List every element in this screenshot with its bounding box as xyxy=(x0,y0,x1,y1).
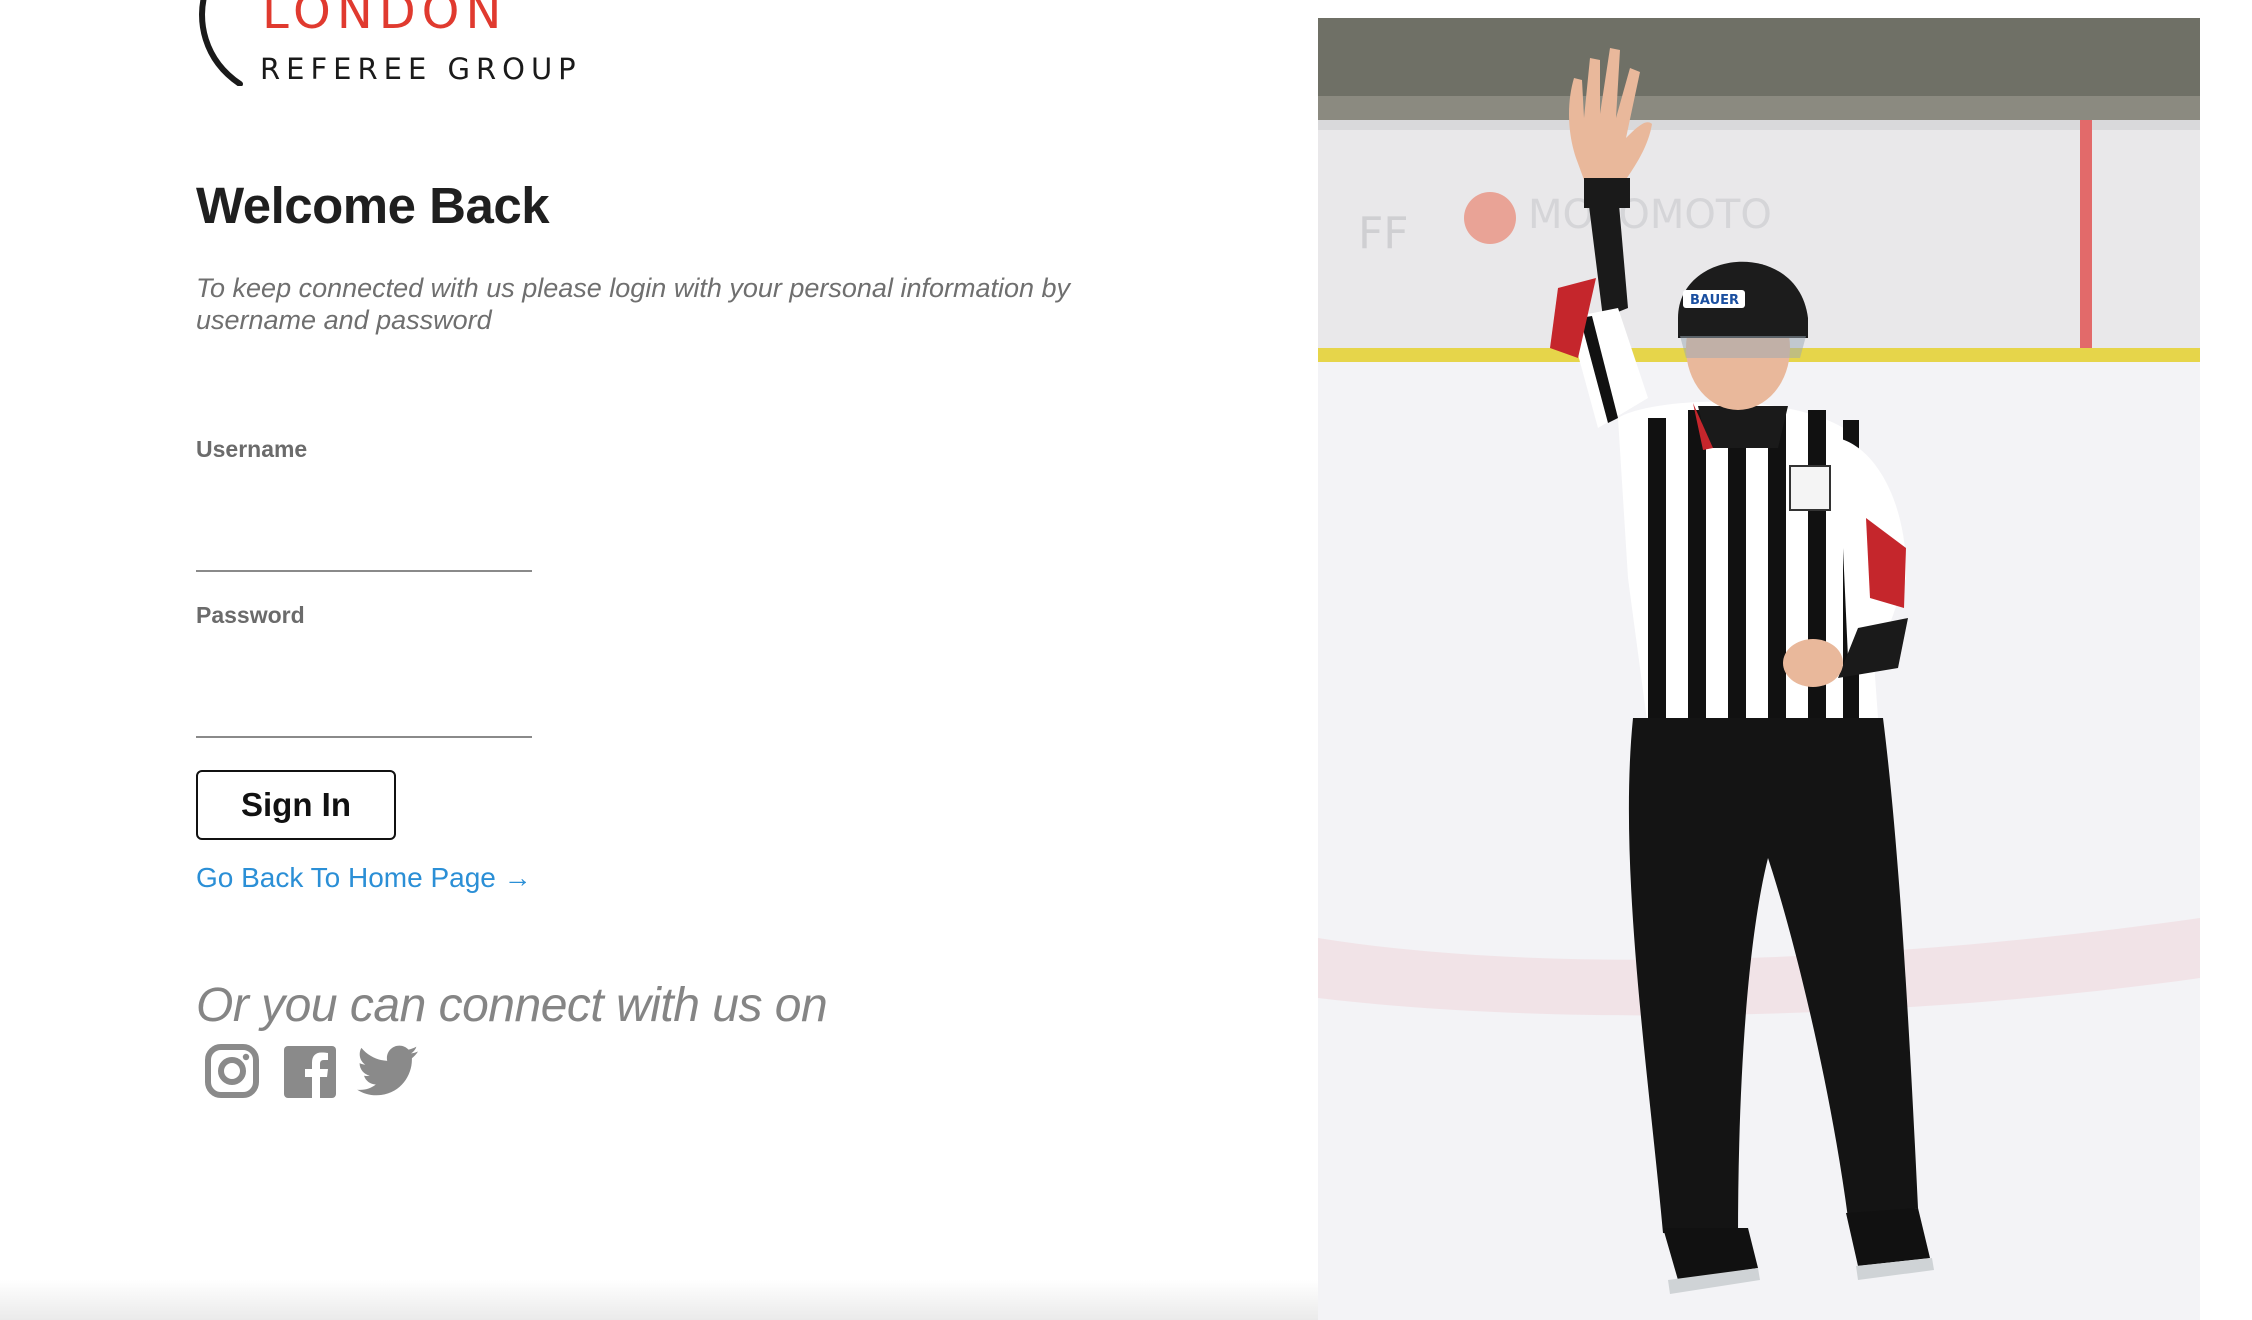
page-title: Welcome Back xyxy=(196,177,550,234)
social-heading: Or you can connect with us on xyxy=(196,979,828,1032)
svg-text:MOTOMOTO: MOTOMOTO xyxy=(1528,192,1772,238)
password-input[interactable] xyxy=(196,688,532,738)
username-input[interactable] xyxy=(196,522,532,572)
bottom-shadow xyxy=(0,1280,1318,1320)
page-subtitle: To keep connected with us please login w… xyxy=(196,273,1071,335)
referee-photo: FF MOTOMOTO BAUER xyxy=(1318,18,2200,1320)
instagram-icon[interactable] xyxy=(204,1042,260,1100)
home-page-link[interactable]: Go Back To Home Page → xyxy=(196,862,532,894)
twitter-icon[interactable] xyxy=(356,1042,420,1100)
referee-illustration: FF MOTOMOTO BAUER xyxy=(1318,18,2200,1320)
svg-text:FF: FF xyxy=(1358,208,1409,259)
username-label: Username xyxy=(196,436,308,462)
facebook-icon[interactable] xyxy=(282,1042,338,1100)
logo-subtitle: REFEREE GROUP xyxy=(260,52,582,86)
logo-arc-icon xyxy=(199,0,243,86)
logo-title: LONDON xyxy=(262,0,508,40)
password-label: Password xyxy=(196,602,305,628)
sign-in-button[interactable]: Sign In xyxy=(196,770,396,840)
helmet-brand-label: BAUER xyxy=(1690,293,1739,308)
logo[interactable]: LONDON REFEREE GROUP xyxy=(196,0,636,90)
login-page: LONDON REFEREE GROUP Welcome Back To kee… xyxy=(0,0,2252,1320)
